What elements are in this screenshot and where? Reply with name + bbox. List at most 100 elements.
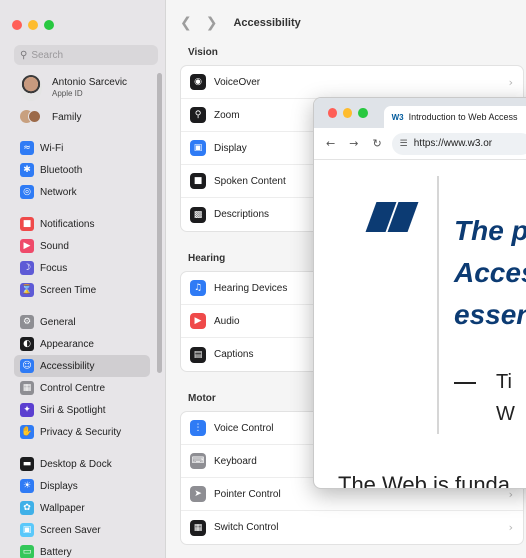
speech-bubble-icon: ■ [190, 173, 206, 189]
voice-control-icon: ⋮ [190, 420, 206, 436]
section-title-motor: Motor [188, 393, 216, 404]
minimize-button[interactable] [28, 20, 38, 30]
close-button[interactable] [12, 20, 22, 30]
back-arrow-icon[interactable]: ❮ [180, 15, 192, 31]
dock-icon: ▬ [20, 457, 34, 471]
sidebar-item-displays[interactable]: ☀ Displays [14, 475, 150, 497]
sidebar: ⚲ Search Antonio Sarcevic Apple ID Famil… [0, 0, 166, 558]
sidebar-item-network[interactable]: ◎ Network [14, 181, 150, 203]
page-title: Accessibility [233, 16, 301, 29]
sidebar-item-desktop-dock[interactable]: ▬ Desktop & Dock [14, 453, 150, 475]
row-label: VoiceOver [214, 76, 261, 88]
moon-icon: ☽ [20, 261, 34, 275]
sidebar-scrollbar[interactable] [157, 73, 162, 373]
reload-icon[interactable]: ↻ [372, 137, 381, 150]
section-title-vision: Vision [188, 47, 218, 58]
sidebar-item-battery[interactable]: ▭ Battery [14, 541, 150, 558]
back-icon[interactable]: ← [326, 137, 335, 150]
sidebar-item-label: Appearance [40, 338, 94, 350]
screensaver-icon: ▣ [20, 523, 34, 537]
quote-mark-icon [361, 202, 419, 238]
row-label: Audio [214, 315, 240, 327]
w3c-favicon: W3 [391, 112, 404, 122]
ear-icon: ♫ [190, 280, 206, 296]
avatar [20, 75, 42, 101]
blockquote-rule [437, 176, 439, 434]
sidebar-item-appearance[interactable]: ◐ Appearance [14, 333, 150, 355]
row-label: Hearing Devices [214, 282, 288, 294]
row-label: Switch Control [214, 522, 279, 533]
account-subtitle: Apple ID [52, 89, 83, 98]
sidebar-item-privacy-security[interactable]: ✋ Privacy & Security [14, 421, 150, 443]
keyboard-icon: ⌨ [190, 453, 206, 469]
sidebar-item-screen-saver[interactable]: ▣ Screen Saver [14, 519, 150, 541]
sidebar-item-screen-time[interactable]: ⌛ Screen Time [14, 279, 150, 301]
flower-icon: ✿ [20, 501, 34, 515]
browser-tabbar: W3 Introduction to Web Access [314, 98, 526, 128]
browser-close-button[interactable] [328, 108, 338, 118]
quote-line: Acces [454, 257, 526, 288]
sidebar-item-siri-spotlight[interactable]: ✦ Siri & Spotlight [14, 399, 150, 421]
sidebar-item-focus[interactable]: ☽ Focus [14, 257, 150, 279]
chevron-right-icon: › [508, 521, 513, 534]
sidebar-group-notifications: ■ Notifications ▶ Sound ☽ Focus ⌛ Screen… [14, 213, 150, 301]
chevron-right-icon: › [508, 487, 513, 501]
bell-icon: ■ [20, 217, 34, 231]
sidebar-group-connectivity: ≈ Wi-Fi ✱ Bluetooth ◎ Network [14, 137, 150, 203]
sidebar-item-label: Wi-Fi [40, 142, 64, 154]
audio-icon: ▶ [190, 313, 206, 329]
sidebar-item-label: Screen Saver [40, 524, 101, 536]
sidebar-item-family[interactable]: Family [20, 110, 81, 124]
sidebar-group-system: ⚙ General ◐ Appearance ☺ Accessibility ▦… [14, 311, 150, 443]
sidebar-item-general[interactable]: ⚙ General [14, 311, 150, 333]
account-name: Antonio Sarcevic [52, 77, 128, 88]
hand-icon: ✋ [20, 425, 34, 439]
sidebar-item-control-centre[interactable]: ▦ Control Centre [14, 377, 150, 399]
bluetooth-icon: ✱ [20, 163, 34, 177]
sidebar-item-label: Desktop & Dock [40, 458, 112, 470]
attribution-line: W [496, 403, 515, 425]
sidebar-item-label: Sound [40, 240, 69, 252]
sidebar-item-accessibility[interactable]: ☺ Accessibility [14, 355, 150, 377]
row-switch-control[interactable]: ▦ Switch Control › [181, 511, 523, 544]
sidebar-group-desktop: ▬ Desktop & Dock ☀ Displays ✿ Wallpaper … [14, 453, 150, 558]
browser-tab[interactable]: W3 Introduction to Web Access [383, 106, 526, 128]
row-label: Captions [214, 349, 254, 360]
address-bar[interactable]: ☰ https://www.w3.or [391, 132, 526, 155]
row-label: Pointer Control [214, 488, 281, 500]
wifi-icon: ≈ [20, 141, 34, 155]
row-voiceover[interactable]: ◉ VoiceOver › [181, 66, 523, 99]
sidebar-item-label: General [40, 316, 76, 328]
siri-icon: ✦ [20, 403, 34, 417]
battery-icon: ▭ [20, 545, 34, 558]
row-label: Descriptions [214, 209, 270, 220]
window-controls [12, 20, 54, 30]
chevron-right-icon: › [508, 75, 513, 89]
browser-zoom-button[interactable] [358, 108, 368, 118]
forward-icon[interactable]: → [349, 137, 358, 150]
site-settings-icon[interactable]: ☰ [400, 138, 408, 149]
blockquote-text: The p Acces essen [454, 210, 526, 336]
sidebar-item-sound[interactable]: ▶ Sound [14, 235, 150, 257]
search-field[interactable]: ⚲ Search [14, 45, 158, 65]
sidebar-item-notifications[interactable]: ■ Notifications [14, 213, 150, 235]
sidebar-item-label: Siri & Spotlight [40, 404, 106, 416]
gear-icon: ⚙ [20, 315, 34, 329]
browser-minimize-button[interactable] [343, 108, 353, 118]
voiceover-icon: ◉ [190, 74, 206, 90]
sidebar-item-label: Bluetooth [40, 164, 83, 176]
sidebar-item-wallpaper[interactable]: ✿ Wallpaper [14, 497, 150, 519]
zoom-button[interactable] [44, 20, 54, 30]
switch-icon: ▦ [190, 519, 206, 536]
sidebar-item-label: Focus [40, 262, 68, 274]
apple-id-account[interactable]: Antonio Sarcevic Apple ID [20, 75, 127, 101]
forward-arrow-icon[interactable]: ❯ [206, 15, 218, 31]
attribution-line: Ti [496, 371, 512, 393]
search-icon: ⚲ [20, 49, 28, 61]
zoom-icon: ⚲ [190, 107, 206, 123]
sidebar-item-wifi[interactable]: ≈ Wi-Fi [14, 137, 150, 159]
row-label: Display [214, 142, 247, 154]
sidebar-item-label: Network [40, 186, 77, 198]
sidebar-item-label: Notifications [40, 218, 95, 230]
sidebar-item-bluetooth[interactable]: ✱ Bluetooth [14, 159, 150, 181]
